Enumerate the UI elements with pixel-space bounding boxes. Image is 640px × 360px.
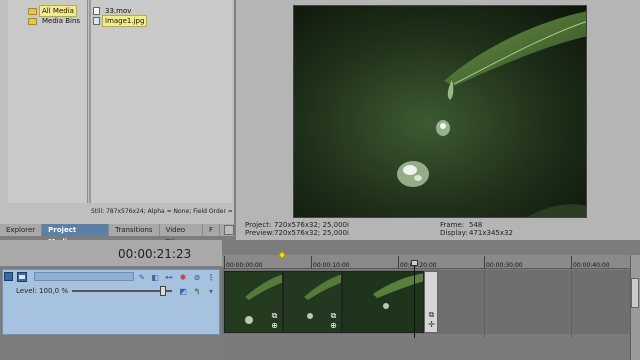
level-label: Level: 100,0 % <box>16 287 68 295</box>
clip-fx-icon[interactable]: ✛ <box>427 320 436 329</box>
level-slider-track[interactable] <box>72 290 172 292</box>
clip-fx-icon[interactable]: ⊕ <box>329 321 338 330</box>
media-file-label: 33.mov <box>105 7 132 15</box>
preview-value: 720x576x32; 25,000i <box>274 229 349 237</box>
track-name-field[interactable] <box>34 272 134 281</box>
media-file-label: Image1.jpg <box>101 15 148 27</box>
track-motion-icon[interactable]: ✎ <box>137 272 147 282</box>
ruler-tick <box>484 256 485 269</box>
ruler-tick <box>398 256 399 269</box>
project-label: Project: <box>245 221 272 229</box>
preview-image <box>294 6 586 217</box>
track-fx-icon[interactable]: ◧ <box>150 272 160 282</box>
vertical-scrollbar-thumb[interactable] <box>631 278 639 308</box>
folder-icon <box>28 17 37 25</box>
track-more-icon[interactable]: ⋮ <box>206 272 216 282</box>
image-file-icon <box>93 17 100 25</box>
ruler-label: 00:00:20:00 <box>400 262 437 269</box>
clip-pan-crop-icon[interactable]: ⧉ <box>427 310 436 319</box>
ruler-label: 00:00:30:00 <box>486 262 523 269</box>
media-properties-info: Still: 787x576x24; Alpha = None; Field O… <box>91 208 232 215</box>
ruler-label: 00:00:00:00 <box>226 262 263 269</box>
clip-end-region[interactable]: ⧉ ✛ <box>424 271 438 333</box>
tab-video-fx[interactable]: Video FX <box>160 224 204 246</box>
video-file-icon <box>93 7 100 15</box>
tab-more[interactable]: F <box>203 224 221 236</box>
solo-track-icon[interactable]: ⊘ <box>192 272 202 282</box>
clip-fx-icon[interactable]: ⊕ <box>270 321 279 330</box>
mute-track-icon[interactable]: ✱ <box>178 272 188 282</box>
timecode-display[interactable]: 00:00:21:23 <box>118 247 191 261</box>
clip-pan-crop-icon[interactable]: ⧉ <box>329 311 338 320</box>
ruler-tick <box>311 256 312 269</box>
video-clip-thumbnail[interactable] <box>342 271 424 333</box>
tree-item-label: All Media <box>39 5 77 17</box>
frame-value: 548 <box>469 221 483 229</box>
tab-scroll-button[interactable] <box>224 225 234 235</box>
tab-transitions[interactable]: Transitions <box>109 224 160 236</box>
tab-project-media[interactable]: Project Media <box>42 224 110 246</box>
display-value: 471x345x32 <box>469 229 513 237</box>
folder-icon <box>28 7 37 15</box>
track-type-icon <box>17 272 27 282</box>
tree-item-media-bins[interactable]: Media Bins <box>28 16 82 26</box>
level-slider-thumb[interactable] <box>160 286 166 296</box>
window-docking-tabs: Explorer Project Media Transitions Video… <box>0 224 234 246</box>
media-file-item[interactable]: Image1.jpg <box>93 15 148 27</box>
video-preview-frame <box>293 5 587 218</box>
timeline-bottom-area <box>222 338 630 360</box>
media-tree[interactable]: All Media Media Bins <box>8 0 88 203</box>
compositing-parent-icon[interactable]: ◩ <box>178 286 188 296</box>
clip-pan-crop-icon[interactable]: ⧉ <box>270 311 279 320</box>
ruler-label: 00:00:10:00 <box>313 262 350 269</box>
make-child-icon[interactable]: ↰ <box>192 286 202 296</box>
tab-explorer[interactable]: Explorer <box>0 224 43 236</box>
display-label: Display: <box>440 229 468 237</box>
preview-label: Preview: <box>245 229 275 237</box>
ruler-label: 00:00:40:00 <box>573 262 610 269</box>
clip-frame-image <box>343 272 423 332</box>
ruler-tick <box>571 256 572 269</box>
frame-label: Frame: <box>440 221 465 229</box>
compositing-mode-icon[interactable]: ⊷ <box>164 272 174 282</box>
media-file-list[interactable]: 33.mov Image1.jpg <box>91 0 232 203</box>
playhead-handle[interactable] <box>411 260 418 266</box>
tree-item-label: Media Bins <box>42 17 81 25</box>
tree-item-all-media[interactable]: All Media <box>28 5 77 17</box>
track-expand-icon[interactable]: ▾ <box>206 286 216 296</box>
media-file-item[interactable]: 33.mov <box>93 6 133 16</box>
ruler-tick <box>224 256 225 269</box>
project-value: 720x576x32; 25,000i <box>274 221 349 229</box>
track-number-badge[interactable] <box>4 272 13 281</box>
